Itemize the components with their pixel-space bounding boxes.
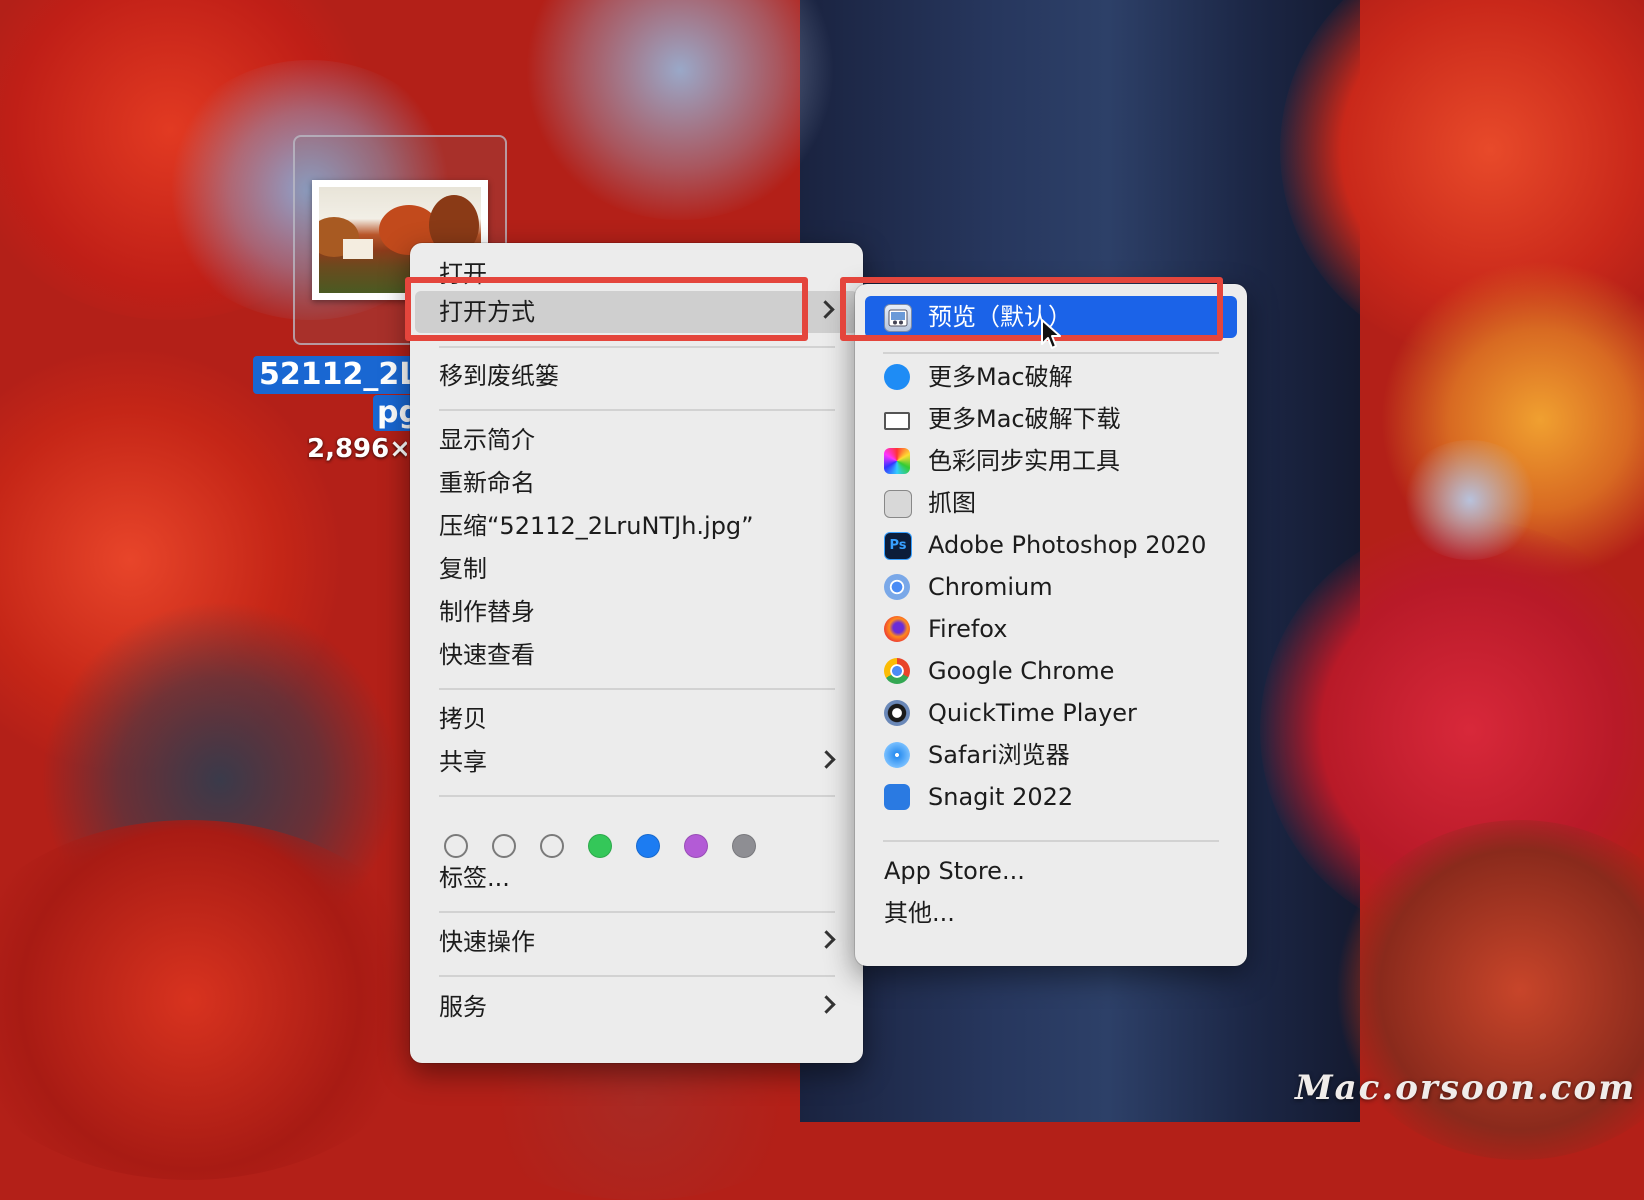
menu-item-copy[interactable]: 拷贝 bbox=[410, 698, 863, 740]
submenu-item-label: 更多Mac破解 bbox=[928, 363, 1073, 391]
submenu-item-app[interactable]: Firefox bbox=[855, 608, 1247, 650]
highlight-box-preview bbox=[840, 277, 1223, 341]
menu-separator bbox=[439, 795, 835, 797]
thumbnail-house bbox=[343, 239, 373, 259]
submenu-item-label: Chromium bbox=[928, 573, 1053, 601]
submenu-item-label: Safari浏览器 bbox=[928, 741, 1070, 769]
menu-item-quick-actions[interactable]: 快速操作 bbox=[410, 921, 863, 963]
submenu-item-label: Google Chrome bbox=[928, 657, 1115, 685]
tag-color-dot[interactable] bbox=[492, 834, 516, 858]
mouse-cursor-icon bbox=[1041, 319, 1061, 349]
file-dimensions: 2,896× bbox=[307, 434, 407, 464]
menu-item-duplicate[interactable]: 复制 bbox=[410, 548, 863, 590]
wallpaper-leaf bbox=[0, 820, 440, 1180]
menu-item-label: 共享 bbox=[439, 748, 487, 776]
menu-separator bbox=[439, 688, 835, 690]
tag-color-dot[interactable] bbox=[636, 834, 660, 858]
submenu-item-app-store[interactable]: App Store... bbox=[855, 850, 1247, 892]
colorsync-icon bbox=[884, 448, 910, 474]
menu-item-tags[interactable]: 标签... bbox=[410, 857, 863, 899]
highlight-box-open-with bbox=[405, 277, 808, 341]
submenu-item-app[interactable]: Chromium bbox=[855, 566, 1247, 608]
submenu-item-label: 更多Mac破解下载 bbox=[928, 405, 1121, 433]
snagit-icon bbox=[884, 784, 910, 810]
submenu-item-app[interactable]: Google Chrome bbox=[855, 650, 1247, 692]
submenu-item-app[interactable]: 更多Mac破解 bbox=[855, 356, 1247, 398]
menu-separator bbox=[883, 840, 1219, 842]
chrome-icon bbox=[884, 658, 910, 684]
menu-item-label: 快速操作 bbox=[439, 928, 535, 956]
submenu-item-label: Adobe Photoshop 2020 bbox=[928, 531, 1207, 559]
submenu-item-label: 色彩同步实用工具 bbox=[928, 447, 1120, 475]
menu-item-services[interactable]: 服务 bbox=[410, 986, 863, 1028]
menu-separator bbox=[439, 409, 835, 411]
submenu-item-label: 抓图 bbox=[928, 489, 976, 517]
submenu-item-app[interactable]: 抓图 bbox=[855, 482, 1247, 524]
watermark: Mac.orsoon.com bbox=[1295, 1068, 1637, 1108]
menu-item-move-to-trash[interactable]: 移到废纸篓 bbox=[410, 355, 863, 397]
wallpaper-leaf bbox=[520, 0, 840, 220]
photoshop-icon: Ps bbox=[884, 532, 912, 560]
menu-separator bbox=[439, 911, 835, 913]
quicktime-icon bbox=[884, 700, 910, 726]
submenu-item-other[interactable]: 其他... bbox=[855, 892, 1247, 934]
grab-icon bbox=[884, 490, 912, 518]
menu-item-rename[interactable]: 重新命名 bbox=[410, 462, 863, 504]
submenu-item-app[interactable]: Ps Adobe Photoshop 2020 bbox=[855, 524, 1247, 566]
window-icon bbox=[884, 412, 910, 430]
submenu-item-label: QuickTime Player bbox=[928, 699, 1137, 727]
tag-color-dot[interactable] bbox=[732, 834, 756, 858]
menu-separator bbox=[883, 352, 1219, 354]
submenu-item-app[interactable]: QuickTime Player bbox=[855, 692, 1247, 734]
wallpaper-leaf bbox=[1400, 440, 1540, 560]
firefox-icon bbox=[884, 616, 910, 642]
submenu-item-app[interactable]: Snagit 2022 bbox=[855, 776, 1247, 818]
submenu-item-app[interactable]: Safari浏览器 bbox=[855, 734, 1247, 776]
chevron-right-icon bbox=[816, 300, 835, 319]
tag-color-dot[interactable] bbox=[588, 834, 612, 858]
open-with-submenu: 预览（默认） 更多Mac破解 更多Mac破解下载 色彩同步实用工具 抓图 Ps Adobe… bbox=[855, 284, 1247, 966]
submenu-item-app[interactable]: 色彩同步实用工具 bbox=[855, 440, 1247, 482]
chevron-right-icon bbox=[817, 750, 836, 769]
submenu-item-label: Firefox bbox=[928, 615, 1008, 643]
submenu-item-label: Snagit 2022 bbox=[928, 783, 1074, 811]
file-name[interactable]: 52112_2L bbox=[253, 356, 425, 394]
menu-item-compress[interactable]: 压缩“52112_2LruNTJh.jpg” bbox=[410, 505, 863, 547]
tag-color-dot[interactable] bbox=[684, 834, 708, 858]
menu-separator bbox=[439, 975, 835, 977]
menu-separator bbox=[439, 346, 835, 348]
menu-item-quick-look[interactable]: 快速查看 bbox=[410, 634, 863, 676]
chevron-right-icon bbox=[817, 930, 836, 949]
menu-item-make-alias[interactable]: 制作替身 bbox=[410, 591, 863, 633]
tag-color-dot[interactable] bbox=[540, 834, 564, 858]
chevron-right-icon bbox=[817, 995, 836, 1014]
safari-icon bbox=[884, 742, 910, 768]
submenu-item-app[interactable]: 更多Mac破解下载 bbox=[855, 398, 1247, 440]
app-store-icon bbox=[884, 364, 910, 390]
menu-item-share[interactable]: 共享 bbox=[410, 741, 863, 783]
chromium-icon bbox=[884, 574, 910, 600]
context-menu: 打开 打开方式 移到废纸篓 显示简介 重新命名 压缩“52112_2LruNTJ… bbox=[410, 243, 863, 1063]
tag-color-dot[interactable] bbox=[444, 834, 468, 858]
menu-item-get-info[interactable]: 显示简介 bbox=[410, 419, 863, 461]
menu-item-label: 服务 bbox=[439, 993, 487, 1021]
